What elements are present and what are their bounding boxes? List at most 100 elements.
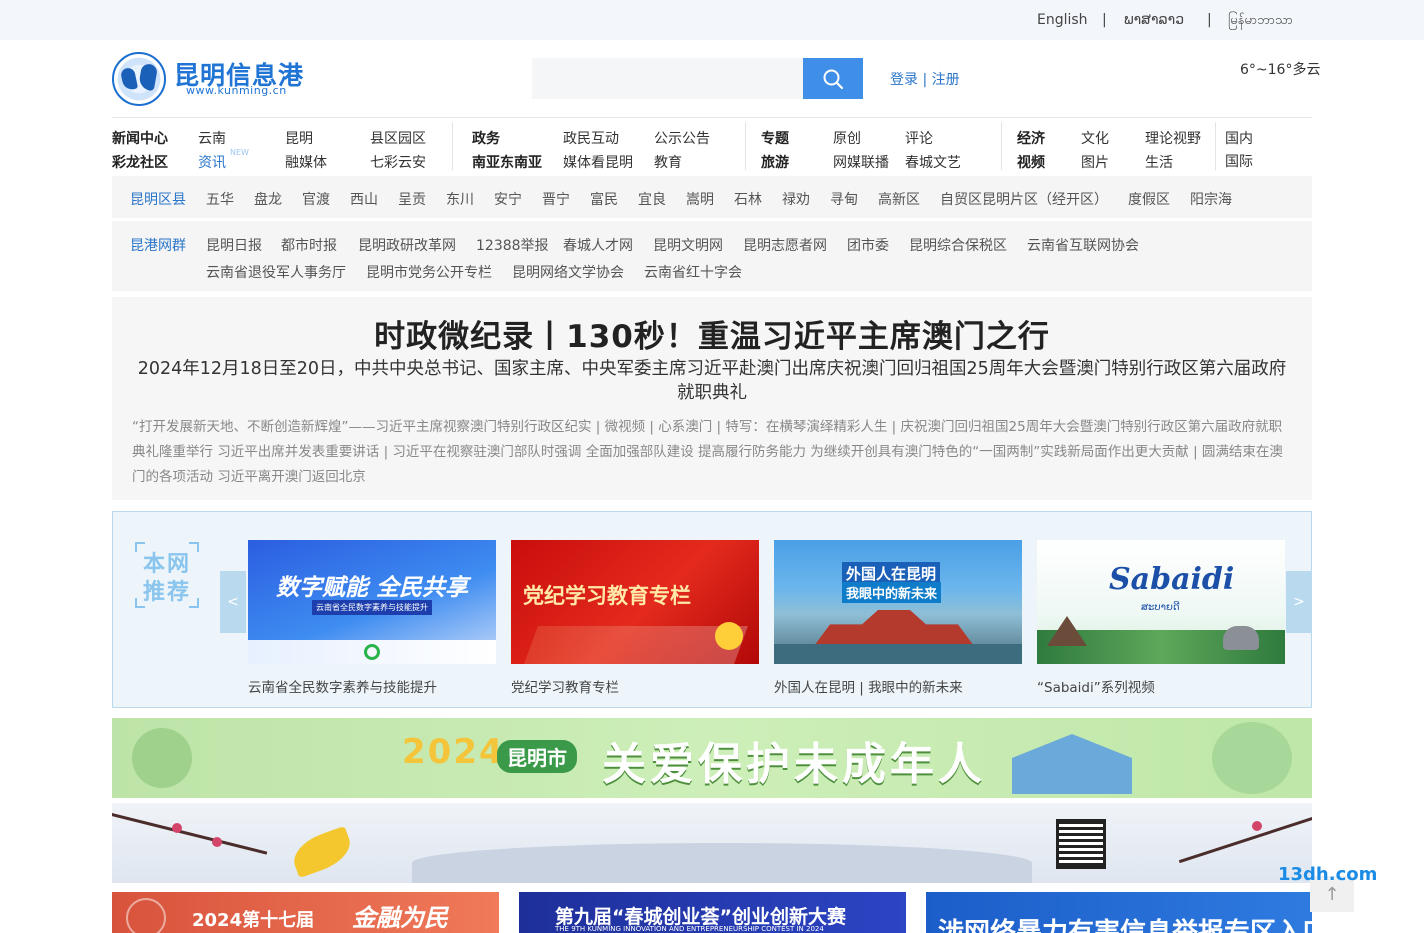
district-item[interactable]: 安宁 (494, 189, 522, 209)
nav-video[interactable]: 视频 (1017, 152, 1045, 172)
network-link[interactable]: 云南省退役军人事务厅 (206, 262, 346, 282)
nav-original[interactable]: 原创 (833, 128, 861, 148)
nav-media-view[interactable]: 媒体看昆明 (563, 152, 633, 172)
network-label[interactable]: 昆港网群 (130, 235, 186, 255)
network-link[interactable]: 昆明文明网 (653, 235, 723, 255)
banner-contest-line2: THE 9TH KUNMING INNOVATION AND ENTREPREN… (555, 925, 824, 933)
headline-related-links[interactable]: “打开发展新天地、不断创造新辉煌”——习近平主席视察澳门特别行政区纪实 | 微视… (132, 415, 1292, 490)
network-link[interactable]: 12388举报 (476, 235, 549, 255)
card-image-subtitle: 云南省全民数字素养与技能提升 (312, 600, 432, 615)
district-label[interactable]: 昆明区县 (130, 189, 186, 209)
lang-myanmar[interactable]: မြန်မာဘာသာ (1228, 12, 1293, 31)
search-input[interactable] (532, 58, 804, 99)
card-caption[interactable]: 外国人在昆明 | 我眼中的新未来 (774, 676, 1022, 696)
district-item[interactable]: 富民 (590, 189, 618, 209)
banner-minor-protection[interactable]: 2024 昆明市 关爱保护未成年人 (112, 718, 1312, 798)
lang-lao[interactable]: ພາສາລາວ (1124, 12, 1184, 28)
logo-icon[interactable] (112, 52, 166, 106)
nav-county-park[interactable]: 县区园区 (370, 128, 426, 148)
nav-community[interactable]: 彩龙社区 (112, 152, 168, 172)
card-caption[interactable]: 云南省全民数字素养与技能提升 (248, 676, 496, 696)
search-button[interactable] (803, 58, 863, 99)
nav-domestic[interactable]: 国内 (1225, 128, 1253, 148)
nav-south-asia[interactable]: 南亚东南亚 (472, 152, 542, 172)
banner-innovation-contest[interactable]: 第九届“春城创业荟”创业创新大赛 THE 9TH KUNMING INNOVAT… (519, 892, 906, 933)
nav-yunnan[interactable]: 云南 (198, 128, 226, 148)
nav-news-center[interactable]: 新闻中心 (112, 128, 168, 148)
party-emblem-icon (715, 622, 743, 650)
nav-topics[interactable]: 专题 (761, 128, 789, 148)
login-link[interactable]: 登录 (890, 72, 918, 88)
banner-report-cyberviolence[interactable]: 涉网络暴力有害信息举报专区入口 (926, 892, 1312, 933)
network-link[interactable]: 团市委 (847, 235, 889, 255)
nav-international[interactable]: 国际 (1225, 151, 1253, 171)
district-item[interactable]: 盘龙 (254, 189, 282, 209)
network-link[interactable]: 昆明网络文学协会 (512, 262, 624, 282)
nav-info-label: 资讯 (198, 155, 226, 171)
nav-comment[interactable]: 评论 (905, 128, 933, 148)
banner-finance-line1: 2024第十七届 (192, 910, 315, 931)
district-item[interactable]: 石林 (734, 189, 762, 209)
nav-network-broadcast[interactable]: 网媒联播 (833, 152, 889, 172)
nav-info[interactable]: 资讯 NEW (198, 148, 249, 172)
district-item[interactable]: 官渡 (302, 189, 330, 209)
card-image[interactable]: 外国人在昆明 我眼中的新未来 (774, 540, 1022, 664)
nav-colorful-safe[interactable]: 七彩云安 (370, 152, 426, 172)
card-image[interactable]: 党纪学习教育专栏 (511, 540, 759, 664)
district-item[interactable]: 阳宗海 (1190, 189, 1232, 209)
lang-english[interactable]: English (1037, 12, 1088, 28)
nav-kunming[interactable]: 昆明 (285, 128, 313, 148)
nav-economy[interactable]: 经济 (1017, 128, 1045, 148)
nav-life[interactable]: 生活 (1145, 152, 1173, 172)
recommend-card[interactable]: 外国人在昆明 我眼中的新未来 外国人在昆明 | 我眼中的新未来 (774, 540, 1022, 696)
network-link[interactable]: 都市时报 (281, 235, 337, 255)
district-item[interactable]: 宜良 (638, 189, 666, 209)
card-caption[interactable]: 党纪学习教育专栏 (511, 676, 759, 696)
district-item[interactable]: 自贸区昆明片区（经开区） (940, 189, 1108, 209)
nav-education[interactable]: 教育 (654, 152, 682, 172)
network-link[interactable]: 昆明政研改革网 (358, 235, 456, 255)
network-link[interactable]: 云南省红十字会 (644, 262, 742, 282)
network-link[interactable]: 云南省互联网协会 (1027, 235, 1139, 255)
nav-pictures[interactable]: 图片 (1081, 152, 1109, 172)
district-item[interactable]: 西山 (350, 189, 378, 209)
nav-media[interactable]: 融媒体 (285, 152, 327, 172)
network-link[interactable]: 昆明综合保税区 (909, 235, 1007, 255)
nav-theory[interactable]: 理论视野 (1145, 128, 1201, 148)
network-link[interactable]: 昆明日报 (206, 235, 262, 255)
nav-travel[interactable]: 旅游 (761, 152, 789, 172)
network-link[interactable]: 昆明市党务公开专栏 (366, 262, 492, 282)
district-item[interactable]: 高新区 (878, 189, 920, 209)
district-item[interactable]: 呈贡 (398, 189, 426, 209)
nav-culture[interactable]: 文化 (1081, 128, 1109, 148)
nav-interaction[interactable]: 政民互动 (563, 128, 619, 148)
nav-announcement[interactable]: 公示公告 (654, 128, 710, 148)
card-image-title: 党纪学习教育专栏 (523, 584, 691, 608)
recommend-card[interactable]: Sabaidi ສະບາຍດີ “Sabaidi”系列视频 (1037, 540, 1285, 696)
banner-landscape[interactable] (112, 803, 1312, 883)
recommend-card[interactable]: 数字赋能 全民共享 云南省全民数字素养与技能提升 云南省全民数字素养与技能提升 (248, 540, 496, 696)
nav-literature[interactable]: 春城文艺 (905, 152, 961, 172)
carousel-next-button[interactable]: > (1286, 571, 1312, 633)
card-image[interactable]: Sabaidi ສະບາຍດີ (1037, 540, 1285, 664)
district-item[interactable]: 东川 (446, 189, 474, 209)
district-item[interactable]: 五华 (206, 189, 234, 209)
district-item[interactable]: 晋宁 (542, 189, 570, 209)
district-item[interactable]: 度假区 (1128, 189, 1170, 209)
district-item[interactable]: 嵩明 (686, 189, 714, 209)
card-image-subtitle: 我眼中的新未来 (842, 582, 942, 603)
headline-title[interactable]: 时政微纪录丨130秒！重温习近平主席澳门之行 (112, 311, 1312, 356)
district-item[interactable]: 禄劝 (782, 189, 810, 209)
district-item[interactable]: 寻甸 (830, 189, 858, 209)
card-caption[interactable]: “Sabaidi”系列视频 (1037, 676, 1285, 696)
nav-government[interactable]: 政务 (472, 128, 500, 148)
recommend-card[interactable]: 党纪学习教育专栏 党纪学习教育专栏 (511, 540, 759, 696)
chevron-left-icon: < (227, 594, 239, 610)
carousel-prev-button[interactable]: < (220, 571, 246, 633)
banner1-text: 关爱保护未成年人 (602, 739, 986, 790)
card-image[interactable]: 数字赋能 全民共享 云南省全民数字素养与技能提升 (248, 540, 496, 664)
banner-finance[interactable]: 2024第十七届 金融为民 (112, 892, 499, 933)
register-link[interactable]: 注册 (932, 72, 960, 88)
network-link[interactable]: 昆明志愿者网 (743, 235, 827, 255)
network-link[interactable]: 春城人才网 (563, 235, 633, 255)
